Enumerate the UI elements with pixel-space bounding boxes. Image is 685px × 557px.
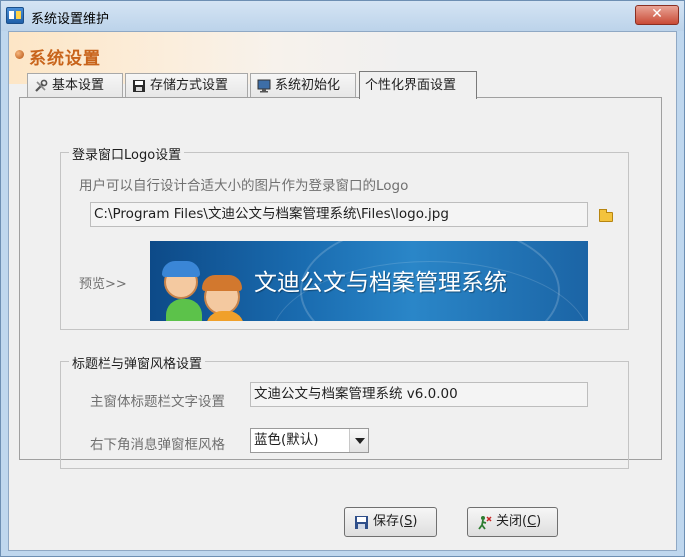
close-button[interactable]: 关闭(C) xyxy=(467,507,558,537)
floppy-disk-icon xyxy=(133,80,145,92)
caption-text-field[interactable]: 文迪公文与档案管理系统 v6.0.00 xyxy=(250,382,588,407)
tab-label: 系统初始化 xyxy=(275,78,341,93)
tab-basic-settings[interactable]: 基本设置 xyxy=(27,73,123,98)
close-button-label: 关闭(C) xyxy=(496,514,542,529)
floppy-disk-icon xyxy=(355,516,368,529)
logo-preview-text: 文迪公文与档案管理系统 xyxy=(254,270,507,296)
tab-label: 存储方式设置 xyxy=(150,78,229,93)
banner-title: 系统设置 xyxy=(29,49,101,69)
popup-style-value: 蓝色(默认) xyxy=(254,432,319,448)
logo-preview-image: 文迪公文与档案管理系统 xyxy=(150,241,588,321)
person-body-icon xyxy=(166,299,202,321)
exit-icon xyxy=(478,516,492,530)
popup-style-label: 右下角消息弹窗框风格 xyxy=(90,437,225,453)
tab-personalization[interactable]: 个性化界面设置 xyxy=(359,71,477,99)
settings-window: 系统设置维护 ✕ 系统设置 基本设置 存储方式设置 系统初始化 个性化界面设置 … xyxy=(0,0,685,557)
save-button-label: 保存(S) xyxy=(373,514,418,529)
preview-label: 预览>> xyxy=(79,277,127,292)
caption-label: 主窗体标题栏文字设置 xyxy=(90,394,225,410)
popup-style-select[interactable]: 蓝色(默认) xyxy=(250,428,369,453)
person-body-icon xyxy=(206,311,244,321)
window-close-button[interactable]: ✕ xyxy=(635,5,679,25)
window-title: 系统设置维护 xyxy=(31,12,110,27)
save-button[interactable]: 保存(S) xyxy=(344,507,437,537)
person-hair-icon xyxy=(162,261,200,277)
tab-label: 基本设置 xyxy=(52,78,105,93)
folder-open-icon[interactable] xyxy=(599,209,613,222)
tab-storage-settings[interactable]: 存储方式设置 xyxy=(125,73,248,98)
tools-icon xyxy=(35,79,48,92)
logo-path-field[interactable]: C:\Program Files\文迪公文与档案管理系统\Files\logo.… xyxy=(90,202,588,227)
person-hair-icon xyxy=(202,275,242,291)
monitor-icon xyxy=(257,79,271,93)
group-title: 标题栏与弹窗风格设置 xyxy=(69,353,206,372)
chevron-down-icon[interactable] xyxy=(349,429,368,452)
title-bar[interactable]: 系统设置维护 ✕ xyxy=(1,1,684,31)
tab-label: 个性化界面设置 xyxy=(365,78,457,93)
tab-system-init[interactable]: 系统初始化 xyxy=(250,73,356,98)
logo-hint-text: 用户可以自行设计合适大小的图片作为登录窗口的Logo xyxy=(79,178,409,194)
app-icon xyxy=(6,7,24,24)
bullet-icon xyxy=(15,50,24,59)
group-title: 登录窗口Logo设置 xyxy=(69,144,185,163)
